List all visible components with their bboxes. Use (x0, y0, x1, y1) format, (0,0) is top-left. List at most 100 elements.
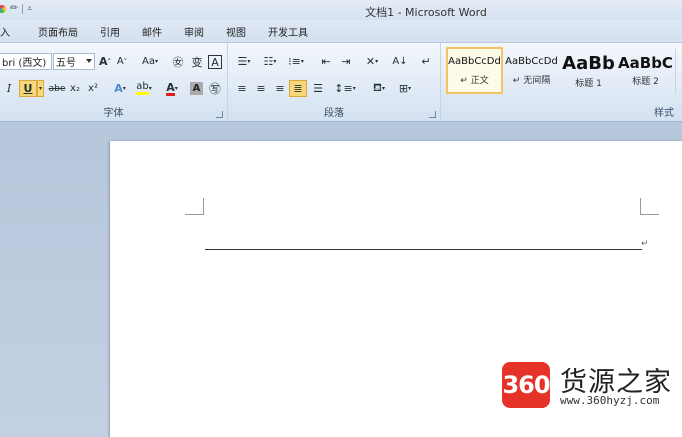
highlight-button[interactable]: ab ▾ (133, 80, 155, 97)
align-center-icon: ≡ (256, 82, 266, 95)
highlighter-icon: ab (136, 82, 149, 95)
tab-page-layout[interactable]: 页面布局 (38, 24, 78, 39)
paint-bucket-icon: ⛾ (372, 81, 382, 94)
char-shading-button[interactable]: A (190, 82, 203, 95)
dropdown-icon: ▾ (154, 58, 158, 65)
shrink-font-button[interactable]: A ˅ (115, 53, 129, 70)
char-border-icon-button[interactable]: 变 (190, 53, 204, 70)
style-name: 标题 2 (632, 77, 659, 87)
pilcrow-icon: ↵ (421, 55, 431, 68)
bullets-icon: ☰ (237, 55, 248, 68)
dropdown-icon: ▾ (352, 85, 356, 92)
bullets-button[interactable]: ☰ ▾ (234, 53, 254, 70)
character-border-button[interactable]: A (208, 55, 222, 69)
ribbon: bri (西文) 五号 A ˄ A ˅ Aa ▾ ㊛ 变 A I U ▾ abe… (0, 42, 682, 122)
line-spacing-button[interactable]: ↕≡ ▾ (334, 80, 356, 97)
dropdown-icon: ▾ (375, 58, 379, 65)
align-left-icon: ≡ (237, 82, 247, 95)
styles-group-label: 样式 (654, 108, 674, 119)
chevron-down-icon (86, 59, 92, 63)
style-sample: AaBbCcDd (505, 55, 558, 67)
font-name-combo[interactable]: bri (西文) (0, 53, 52, 70)
style-heading-1[interactable]: AaBb 标题 1 (560, 47, 617, 94)
increase-indent-button[interactable]: ⇥ (338, 53, 354, 70)
font-color-button[interactable]: A ▾ (161, 80, 183, 97)
borders-icon: ⊞ (398, 82, 409, 95)
italic-button[interactable]: I (3, 80, 15, 97)
enclose-character-icon: ㊢ (208, 82, 221, 96)
text-effects-button[interactable]: A ▾ (111, 80, 129, 97)
sort-button[interactable]: A↓ (392, 53, 408, 70)
superscript-label: x² (88, 83, 98, 94)
subscript-button[interactable]: x₂ (68, 80, 82, 97)
font-name-value: bri (西文) (2, 58, 47, 69)
multilevel-list-button[interactable]: ⁝≡ ▾ (286, 53, 306, 70)
style-sample: AaBbCcDd (448, 55, 501, 67)
font-group: bri (西文) 五号 A ˄ A ˅ Aa ▾ ㊛ 变 A I U ▾ abe… (0, 43, 228, 122)
grow-font-button[interactable]: A ˄ (98, 53, 112, 70)
dropdown-icon: ▾ (408, 85, 412, 92)
tab-view[interactable]: 视图 (226, 24, 246, 39)
grow-font-label: A (98, 55, 108, 68)
font-size-value: 五号 (56, 58, 76, 69)
increase-indent-icon: ⇥ (341, 55, 351, 68)
font-group-label: 字体 (103, 108, 124, 119)
style-sample: AaBb (562, 52, 615, 74)
caret-up-icon: ˄ (107, 57, 112, 66)
chinese-layout-icon: ✕ (365, 55, 376, 68)
crop-mark-top-right (640, 198, 659, 215)
tab-references[interactable]: 引用 (100, 24, 120, 39)
subscript-label: x₂ (70, 83, 80, 94)
watermark: 360 货源之家 www.360hyzj.com (502, 360, 682, 410)
paragraph-group: ☰ ▾ ☷ ▾ ⁝≡ ▾ ⇤ ⇥ ✕ ▾ A↓ ↵ ≡ ≡ ≡ ≣ ☰ ↕≡ ▾ ⛾ ▾ ⊞… (228, 43, 441, 122)
watermark-url: www.360hyzj.com (560, 394, 660, 407)
justify-button[interactable]: ≣ (289, 80, 307, 97)
char-shading-icon: A (192, 83, 201, 94)
horizontal-line (205, 249, 642, 250)
tab-mailings[interactable]: 邮件 (142, 24, 162, 39)
style-normal[interactable]: AaBbCcDd ↵ 正文 (446, 47, 503, 94)
style-name: 标题 1 (575, 78, 602, 89)
shading-button[interactable]: ⛾ ▾ (368, 80, 390, 97)
tab-developer[interactable]: 开发工具 (268, 24, 308, 39)
character-border-icon: A (211, 55, 219, 69)
font-dialog-launcher-icon[interactable] (216, 111, 223, 118)
decrease-indent-icon: ⇤ (321, 55, 331, 68)
align-center-button[interactable]: ≡ (253, 80, 269, 97)
underline-dropdown[interactable]: ▾ (37, 80, 44, 97)
style-sample: AaBbC (618, 54, 673, 72)
change-case-button[interactable]: Aa ▾ (139, 53, 161, 70)
strikethrough-button[interactable]: abe (48, 80, 66, 97)
ribbon-tabs: 入 页面布局 引用 邮件 审阅 视图 开发工具 (0, 20, 682, 42)
paragraph-group-label: 段落 (324, 108, 344, 119)
tab-review[interactable]: 审阅 (184, 24, 204, 39)
multilevel-list-icon: ⁝≡ (288, 55, 301, 68)
numbering-button[interactable]: ☷ ▾ (260, 53, 280, 70)
borders-button[interactable]: ⊞ ▾ (394, 80, 416, 97)
style-name: ↵ 正文 (460, 75, 489, 86)
title-bar: ✏ ⩡ 文档1 - Microsoft Word (0, 0, 682, 20)
chinese-layout-button[interactable]: ✕ ▾ (361, 53, 383, 70)
sort-icon: A↓ (392, 56, 408, 67)
style-no-spacing[interactable]: AaBbCcDd ↵ 无间隔 (503, 47, 560, 94)
justify-icon: ≣ (293, 82, 303, 95)
phonetic-guide-button[interactable]: ㊛ (171, 53, 185, 70)
show-marks-button[interactable]: ↵ (419, 53, 433, 70)
enclose-char-button[interactable]: ㊢ (207, 80, 223, 97)
distributed-icon: ☰ (313, 82, 323, 95)
style-heading-2[interactable]: AaBbC 标题 2 (617, 47, 674, 94)
align-right-button[interactable]: ≡ (272, 80, 288, 97)
dropdown-icon: ▾ (300, 58, 304, 65)
decrease-indent-button[interactable]: ⇤ (318, 53, 334, 70)
distributed-button[interactable]: ☰ (310, 80, 326, 97)
align-left-button[interactable]: ≡ (234, 80, 250, 97)
font-size-combo[interactable]: 五号 (53, 53, 95, 70)
dropdown-icon: ▾ (247, 58, 251, 65)
paragraph-dialog-launcher-icon[interactable] (429, 111, 436, 118)
underline-button[interactable]: U (19, 80, 37, 97)
numbering-icon: ☷ (263, 55, 274, 68)
dropdown-icon: ▾ (148, 85, 152, 92)
superscript-button[interactable]: x² (86, 80, 100, 97)
tab-insert[interactable]: 入 (0, 24, 10, 39)
line-spacing-icon: ↕≡ (334, 82, 353, 95)
